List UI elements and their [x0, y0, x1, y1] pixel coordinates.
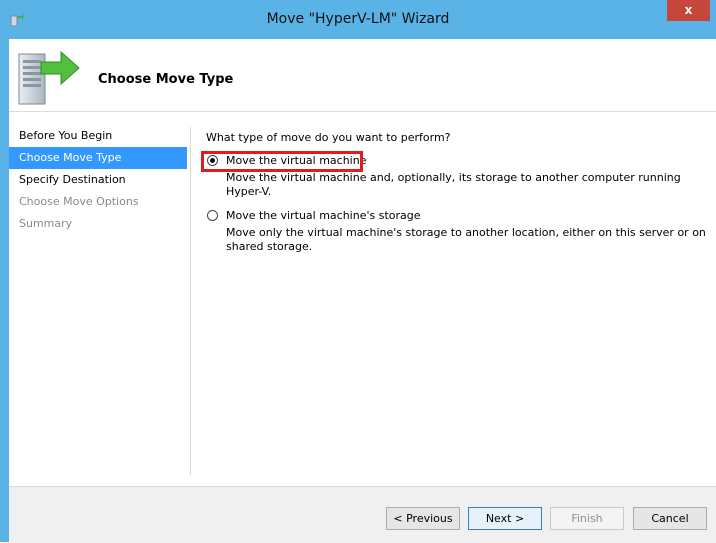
previous-button[interactable]: < Previous — [386, 507, 460, 530]
wizard-body: Choose Move Type Before You Begin Choose… — [9, 39, 716, 543]
step-choose-move-type[interactable]: Choose Move Type — [9, 147, 187, 169]
wizard-header: Choose Move Type — [9, 39, 716, 112]
option-move-vm-description: Move the virtual machine and, optionally… — [226, 171, 681, 198]
divider — [190, 127, 191, 475]
server-arrow-icon — [18, 50, 80, 105]
wizard-window: Move "HyperV-LM" Wizard x Choose Move Ty… — [0, 0, 716, 543]
option-move-storage[interactable]: Move the virtual machine's storage — [206, 208, 706, 226]
next-button[interactable]: Next > — [468, 507, 542, 530]
step-before-you-begin[interactable]: Before You Begin — [9, 125, 187, 147]
finish-button: Finish — [550, 507, 624, 530]
move-type-panel: What type of move do you want to perform… — [206, 131, 706, 254]
button-bar: < Previous Next > Finish Cancel — [9, 486, 716, 543]
close-button[interactable]: x — [667, 0, 710, 21]
radio-move-storage[interactable] — [207, 210, 218, 221]
step-specify-destination[interactable]: Specify Destination — [9, 169, 187, 191]
step-choose-move-options: Choose Move Options — [19, 195, 139, 208]
option-move-storage-description: Move only the virtual machine's storage … — [226, 226, 706, 253]
option-move-storage-label[interactable]: Move the virtual machine's storage — [226, 209, 421, 222]
step-summary: Summary — [19, 217, 73, 230]
highlight-box — [201, 151, 363, 172]
page-title: Choose Move Type — [98, 72, 234, 87]
window-title: Move "HyperV-LM" Wizard — [266, 11, 450, 27]
title-bar[interactable]: Move "HyperV-LM" Wizard x — [0, 0, 716, 39]
wizard-steps: Before You Begin Choose Move Type Specif… — [9, 125, 187, 235]
move-question: What type of move do you want to perform… — [206, 131, 451, 144]
cancel-button[interactable]: Cancel — [633, 507, 707, 530]
